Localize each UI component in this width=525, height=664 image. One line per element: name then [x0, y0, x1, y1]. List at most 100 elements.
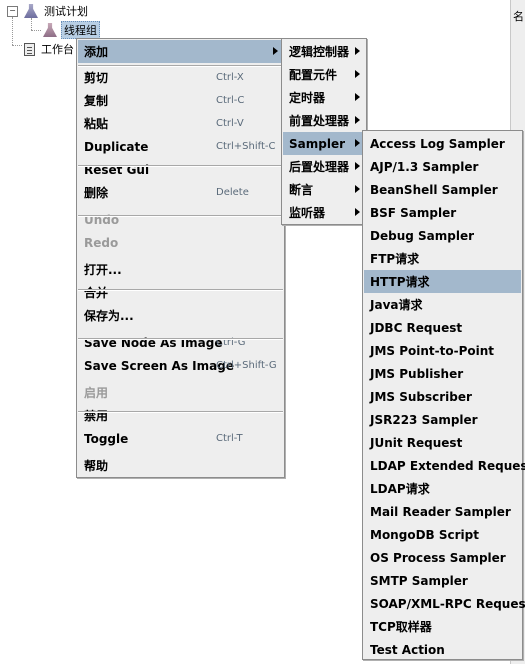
menu-item-帮助[interactable]: 帮助 — [78, 454, 283, 477]
menu-item-打开[interactable]: 打开... — [78, 258, 283, 281]
add-menu-item-后置处理器[interactable]: 后置处理器 — [283, 155, 365, 178]
tree-node-test-plan[interactable]: 测试计划 — [24, 2, 90, 20]
menu-item-label: OS Process Sampler — [370, 550, 506, 565]
add-menu-item-逻辑控制器[interactable]: 逻辑控制器 — [283, 40, 365, 63]
menu-item-shortcut: Ctrl-C — [216, 95, 245, 106]
menu-item-label: MongoDB Script — [370, 527, 479, 542]
sampler-item-jms-subscriber[interactable]: JMS Subscriber — [364, 385, 521, 408]
menu-item-label: JMS Point-to-Point — [370, 343, 495, 358]
menu-item-label: Java请求 — [370, 298, 423, 312]
add-menu-item-断言[interactable]: 断言 — [283, 178, 365, 201]
menu-item-shortcut: Delete — [216, 187, 249, 198]
menu-item-toggle[interactable]: Toggle Ctrl-T — [78, 427, 283, 450]
menu-item-label: TCP取样器 — [370, 620, 432, 634]
menu-item-shortcut: Ctrl-V — [216, 118, 244, 129]
menu-item-label: Mail Reader Sampler — [370, 504, 511, 519]
sampler-item-mongodb-script[interactable]: MongoDB Script — [364, 523, 521, 546]
menu-item-禁用[interactable]: 禁用 — [78, 404, 283, 427]
sampler-item-tcp取样器[interactable]: TCP取样器 — [364, 615, 521, 638]
menu-item-删除[interactable]: 删除 Delete — [78, 181, 283, 204]
menu-item-label: 逻辑控制器 — [289, 45, 350, 59]
menu-item-label: 复制 — [84, 94, 109, 108]
add-menu-item-监听器[interactable]: 监听器 — [283, 201, 365, 224]
sampler-item-soap-xml-rpc-request[interactable]: SOAP/XML-RPC Request — [364, 592, 525, 615]
sampler-item-java请求[interactable]: Java请求 — [364, 293, 521, 316]
menu-item-label: BSF Sampler — [370, 205, 457, 220]
menu-item-reset-gui[interactable]: Reset Gui — [78, 158, 283, 181]
add-menu-item-前置处理器[interactable]: 前置处理器 — [283, 109, 365, 132]
menu-item-label: Toggle — [84, 431, 129, 446]
menu-item-label: 合并 — [84, 286, 109, 300]
sampler-item-smtp-sampler[interactable]: SMTP Sampler — [364, 569, 521, 592]
submenu-arrow-icon — [273, 47, 278, 55]
menu-item-label: 配置元件 — [289, 68, 338, 82]
menu-item-label: LDAP Extended Request — [370, 458, 525, 473]
menu-item-save-node-as-image[interactable]: Save Node As Image Ctrl-G — [78, 331, 283, 354]
sampler-item-bsf-sampler[interactable]: BSF Sampler — [364, 201, 521, 224]
menu-item-剪切[interactable]: 剪切 Ctrl-X — [78, 66, 283, 89]
menu-item-label: JUnit Request — [370, 435, 463, 450]
menu-item-shortcut: Ctrl-T — [216, 433, 243, 444]
name-label: 名 — [513, 10, 524, 23]
tree-node-label: 工作台 — [41, 43, 74, 56]
menu-item-label: SOAP/XML-RPC Request — [370, 596, 525, 611]
sampler-item-jms-publisher[interactable]: JMS Publisher — [364, 362, 521, 385]
sampler-item-test-action[interactable]: Test Action — [364, 638, 521, 661]
submenu-arrow-icon — [355, 185, 360, 193]
menu-item-label: JMS Publisher — [370, 366, 464, 381]
sampler-item-debug-sampler[interactable]: Debug Sampler — [364, 224, 521, 247]
menu-item-label: 粘贴 — [84, 117, 109, 131]
tree-node-thread-group[interactable]: 线程组 — [43, 21, 100, 39]
menu-item-duplicate[interactable]: Duplicate Ctrl+Shift-C — [78, 135, 283, 158]
menu-item-label: 启用 — [84, 386, 109, 400]
menu-separator — [78, 411, 283, 413]
workbench-icon — [24, 42, 35, 56]
sampler-item-jdbc-request[interactable]: JDBC Request — [364, 316, 521, 339]
menu-item-label: FTP请求 — [370, 252, 420, 266]
menu-item-复制[interactable]: 复制 Ctrl-C — [78, 89, 283, 112]
sampler-submenu: Access Log Sampler AJP/1.3 Sampler BeanShe… — [362, 130, 525, 661]
tree-node-workbench[interactable]: 工作台 — [24, 40, 76, 58]
menu-item-save-screen-as-image[interactable]: Save Screen As Image Ctrl+Shift-G — [78, 354, 283, 377]
sampler-item-ajp-1-3-sampler[interactable]: AJP/1.3 Sampler — [364, 155, 521, 178]
submenu-arrow-icon — [355, 162, 360, 170]
sampler-item-jsr223-sampler[interactable]: JSR223 Sampler — [364, 408, 521, 431]
submenu-arrow-icon — [355, 139, 360, 147]
add-menu-item-sampler[interactable]: Sampler — [283, 132, 365, 155]
menu-item-label: LDAP请求 — [370, 482, 430, 496]
add-submenu: 逻辑控制器配置元件定时器 前置处理器 Sampler 后置处理器断言 监听器 — [281, 38, 367, 225]
sampler-item-ldap-extended-request[interactable]: LDAP Extended Request — [364, 454, 525, 477]
sampler-item-os-process-sampler[interactable]: OS Process Sampler — [364, 546, 521, 569]
menu-item-添加[interactable]: 添加 — [78, 40, 283, 63]
sampler-item-jms-point-to-point[interactable]: JMS Point-to-Point — [364, 339, 521, 362]
menu-item-label: Duplicate — [84, 139, 149, 154]
context-menu: 添加剪切 Ctrl-X 复制 Ctrl-C 粘贴 Ctrl-V Duplicate Ctrl+… — [76, 38, 285, 478]
menu-item-粘贴[interactable]: 粘贴 Ctrl-V — [78, 112, 283, 135]
menu-item-label: JMS Subscriber — [370, 389, 472, 404]
sampler-item-ldap请求[interactable]: LDAP请求 — [364, 477, 521, 500]
add-menu-item-定时器[interactable]: 定时器 — [283, 86, 365, 109]
menu-item-label: Debug Sampler — [370, 228, 475, 243]
menu-item-redo: Redo — [78, 231, 283, 254]
sampler-item-ftp请求[interactable]: FTP请求 — [364, 247, 521, 270]
sampler-item-junit-request[interactable]: JUnit Request — [364, 431, 521, 454]
menu-separator — [78, 338, 283, 340]
sampler-item-access-log-sampler[interactable]: Access Log Sampler — [364, 132, 521, 155]
menu-item-label: 打开... — [84, 263, 122, 277]
menu-separator — [78, 65, 283, 67]
sampler-item-beanshell-sampler[interactable]: BeanShell Sampler — [364, 178, 521, 201]
menu-item-label: Access Log Sampler — [370, 136, 505, 151]
menu-item-合并[interactable]: 合并 — [78, 281, 283, 304]
add-menu-item-配置元件[interactable]: 配置元件 — [283, 63, 365, 86]
menu-item-保存为[interactable]: 保存为... — [78, 304, 283, 327]
sampler-item-mail-reader-sampler[interactable]: Mail Reader Sampler — [364, 500, 521, 523]
menu-item-label: Redo — [84, 235, 119, 250]
thread-group-icon — [43, 23, 57, 37]
submenu-arrow-icon — [355, 93, 360, 101]
menu-item-label: 后置处理器 — [289, 160, 350, 174]
tree-node-label: 线程组 — [61, 21, 100, 39]
sampler-item-http请求[interactable]: HTTP请求 — [364, 270, 521, 293]
menu-separator — [78, 289, 283, 291]
submenu-arrow-icon — [355, 208, 360, 216]
collapse-toggle-icon[interactable]: − — [7, 6, 18, 17]
